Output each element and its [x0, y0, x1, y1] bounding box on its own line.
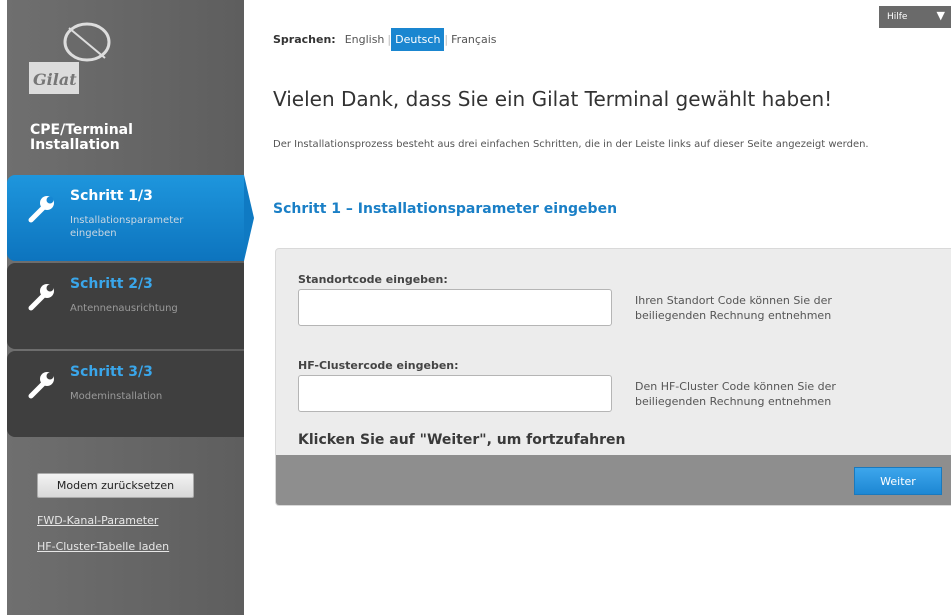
step-description: Modeminstallation [70, 391, 163, 402]
wrench-icon [28, 372, 54, 399]
intro-text: Der Installationsprozess besteht aus dre… [273, 139, 869, 150]
step-title: Schritt 1/3 [70, 188, 153, 204]
next-button[interactable]: Weiter [854, 467, 942, 495]
reset-modem-button[interactable]: Modem zurücksetzen [37, 473, 194, 498]
hf-cluster-code-help: Den HF-Cluster Code können Sie der beili… [635, 380, 836, 408]
gilat-logo: Gilat [27, 20, 117, 110]
site-code-label: Standortcode eingeben: [298, 273, 448, 286]
language-label: Sprachen: [273, 33, 336, 46]
step-heading: Schritt 1 – Installationsparameter einge… [273, 201, 618, 217]
site-code-input[interactable] [298, 289, 612, 326]
step-title: Schritt 2/3 [70, 276, 153, 292]
language-francais[interactable]: Français [448, 33, 499, 46]
installation-form: Standortcode eingeben: Ihren Standort Co… [275, 248, 951, 506]
page-title: Vielen Dank, dass Sie ein Gilat Terminal… [273, 87, 833, 111]
language-english[interactable]: English [342, 33, 388, 46]
step-description: Installationsparameter eingeben [70, 215, 184, 239]
wrench-icon [28, 196, 54, 223]
help-menu-button[interactable]: Hilfe ▼ [879, 6, 951, 28]
help-label: Hilfe [887, 12, 908, 22]
fwd-channel-params-link[interactable]: FWD-Kanal-Parameter [37, 514, 158, 527]
wrench-icon [28, 284, 54, 311]
sidebar-step-3[interactable]: Schritt 3/3 Modeminstallation [7, 351, 244, 437]
sidebar-title: CPE/Terminal Installation [30, 122, 133, 153]
sidebar-step-1[interactable]: Schritt 1/3 Installationsparameter einge… [7, 175, 254, 261]
language-bar: Sprachen: English | Deutsch | Français [273, 28, 499, 51]
hf-cluster-code-input[interactable] [298, 375, 612, 412]
step-title: Schritt 3/3 [70, 364, 153, 380]
continue-instruction: Klicken Sie auf "Weiter", um fortzufahre… [298, 432, 626, 448]
svg-text:Gilat: Gilat [33, 70, 77, 89]
step-description: Antennenausrichtung [70, 303, 178, 314]
hf-cluster-table-link[interactable]: HF-Cluster-Tabelle laden [37, 540, 169, 553]
sidebar-step-2[interactable]: Schritt 2/3 Antennenausrichtung [7, 263, 244, 349]
hf-cluster-code-label: HF-Clustercode eingeben: [298, 359, 459, 372]
site-code-help: Ihren Standort Code können Sie der beili… [635, 294, 832, 322]
form-footer: Weiter [276, 455, 951, 505]
chevron-down-icon: ▼ [936, 9, 945, 22]
language-deutsch[interactable]: Deutsch [391, 28, 445, 51]
